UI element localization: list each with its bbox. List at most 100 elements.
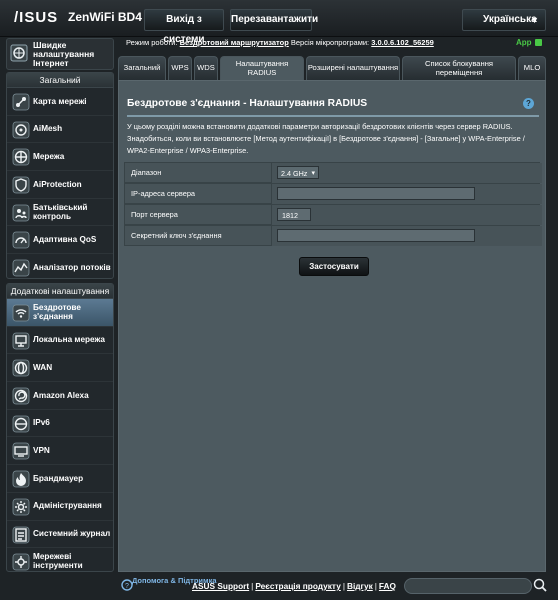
- sidebar-item-qos[interactable]: Адаптивна QoS: [7, 226, 113, 255]
- sidebar-item-aimesh[interactable]: AiMesh: [7, 116, 113, 144]
- network-map-icon: [12, 93, 30, 111]
- feedback-link[interactable]: Відгук: [347, 581, 373, 591]
- status-line: Режим роботи: Бездротовий маршрутизатор …: [126, 38, 434, 47]
- sidebar-item-label: Брандмауер: [33, 473, 84, 483]
- server-ip-label: IP-адреса сервера: [131, 189, 196, 198]
- sidebar-item-label: VPN: [33, 445, 50, 455]
- page-title: Бездротове з'єднання - Налаштування RADI…: [127, 98, 368, 109]
- traffic-analyzer-icon: [12, 259, 30, 277]
- firmware-label: Версія мікропрограми:: [290, 38, 370, 47]
- sidebar-item-label: IPv6: [33, 418, 50, 428]
- sidebar-item-wireless[interactable]: Бездротове з'єднання: [7, 299, 113, 327]
- sidebar-item-label: Amazon Alexa: [33, 390, 89, 400]
- network-icon: [12, 148, 30, 166]
- search-icon[interactable]: [532, 577, 548, 593]
- sidebar-item-label: AiProtection: [33, 179, 82, 189]
- sidebar-item-network-tools[interactable]: Мережеві інструменти: [7, 548, 113, 571]
- qos-icon: [12, 232, 30, 249]
- sidebar-item-firewall[interactable]: Брандмауер: [7, 465, 113, 493]
- secret-row: Секретний ключ з'єднання: [124, 225, 542, 246]
- language-value: Українська: [483, 14, 537, 25]
- sidebar-item-ipv6[interactable]: IPv6: [7, 410, 113, 438]
- sidebar-item-label: Батьківський контроль: [33, 202, 88, 221]
- aimesh-icon: [12, 121, 30, 139]
- mode-link[interactable]: Бездротовий маршрутизатор: [180, 38, 289, 47]
- sidebar-item-shield[interactable]: AiProtection: [7, 171, 113, 199]
- shield-icon: [12, 176, 30, 194]
- sidebar-item-label: Мережеві інструменти: [33, 552, 83, 571]
- quick-setup-icon: [10, 44, 28, 62]
- server-ip-input[interactable]: [277, 187, 475, 200]
- server-port-input[interactable]: 1812: [277, 208, 311, 221]
- band-row: Діапазон 2.4 GHz ▾: [124, 162, 542, 183]
- tab-wds[interactable]: WDS: [194, 56, 218, 80]
- tab-roaming-block[interactable]: Список блокування переміщення: [402, 56, 516, 80]
- sidebar-item-wan[interactable]: WAN: [7, 354, 113, 383]
- chevron-down-icon: ▾: [311, 170, 315, 177]
- sidebar-item-label: Бездротове з'єднання: [33, 303, 81, 321]
- app-link[interactable]: App: [516, 38, 543, 47]
- sidebar-item-label: Адаптивна QoS: [33, 234, 97, 244]
- wireless-icon: [12, 304, 30, 322]
- sidebar-item-label: Адміністрування: [33, 501, 102, 511]
- help-icon[interactable]: ?: [523, 98, 534, 109]
- tab-general[interactable]: Загальний: [118, 56, 166, 80]
- secret-label: Секретний ключ з'єднання: [131, 231, 222, 240]
- asus-support-link[interactable]: ASUS Support: [192, 581, 249, 591]
- sidebar-item-system-log[interactable]: Системний журнал: [7, 521, 113, 549]
- server-port-row: Порт сервера 1812: [124, 204, 542, 225]
- sidebar-item-administration[interactable]: Адміністрування: [7, 493, 113, 521]
- sidebar-item-alexa[interactable]: Amazon Alexa: [7, 382, 113, 410]
- lan-icon: [12, 332, 30, 350]
- general-menu: Загальний Карта мережі AiMesh Мережа AiProt…: [6, 72, 114, 279]
- sidebar-item-vpn[interactable]: VPN: [7, 437, 113, 466]
- server-ip-row: IP-адреса сервера: [124, 183, 542, 204]
- general-header: Загальний: [7, 73, 113, 88]
- secret-input[interactable]: [277, 229, 475, 242]
- content-panel: Бездротове з'єднання - Налаштування RADI…: [118, 80, 546, 572]
- wan-icon: [12, 359, 30, 377]
- sidebar-item-label: Мережа: [33, 151, 65, 161]
- advanced-menu: Додаткові налаштування Бездротове з'єдна…: [6, 283, 114, 572]
- footer-links: ASUS Support | Реєстрація продукту | Відгук |…: [192, 581, 396, 591]
- band-value: 2.4 GHz: [281, 169, 308, 178]
- firmware-link[interactable]: 3.0.0.6.102_56259: [371, 38, 434, 47]
- tab-wps[interactable]: WPS: [168, 56, 192, 80]
- logout-button[interactable]: Вихід з системи: [144, 9, 224, 45]
- administration-icon: [12, 498, 30, 516]
- sidebar-item-label: Локальна мережа: [33, 335, 105, 345]
- model-name: ZenWiFi BD4: [68, 10, 142, 24]
- top-bar: /ISUS ZenWiFi BD4 Вихід з системи Переза…: [0, 0, 558, 45]
- page-description: У цьому розділі можна встановити додатко…: [127, 122, 525, 156]
- ipv6-icon: [12, 415, 30, 433]
- tab-radius[interactable]: Налаштування RADIUS: [220, 56, 304, 80]
- sidebar-item-network-map[interactable]: Карта мережі: [7, 88, 113, 116]
- asus-logo[interactable]: /ISUS: [14, 9, 58, 26]
- firewall-icon: [12, 470, 30, 488]
- sidebar-item-network[interactable]: Мережа: [7, 143, 113, 172]
- product-registration-link[interactable]: Реєстрація продукту: [255, 581, 341, 591]
- apply-button[interactable]: Застосувати: [299, 257, 369, 276]
- search-input[interactable]: [404, 578, 532, 594]
- sidebar-item-label: Карта мережі: [33, 96, 87, 106]
- app-icon: [534, 39, 542, 47]
- server-port-label: Порт сервера: [131, 210, 178, 219]
- advanced-header: Додаткові налаштування: [7, 284, 113, 299]
- title-divider: [127, 115, 539, 117]
- sidebar-item-lan[interactable]: Локальна мережа: [7, 327, 113, 355]
- vpn-icon: [12, 443, 30, 460]
- reboot-button[interactable]: Перезавантажити: [230, 9, 318, 31]
- sidebar-item-traffic-analyzer[interactable]: Аналізатор потоків: [7, 254, 113, 278]
- quick-internet-setup[interactable]: Швидке налаштування Інтернет: [6, 38, 114, 70]
- language-select[interactable]: Українська ▼: [462, 9, 546, 31]
- sidebar-item-label: Аналізатор потоків: [33, 262, 111, 272]
- sidebar-item-parental-control[interactable]: Батьківський контроль: [7, 199, 113, 227]
- faq-link[interactable]: FAQ: [379, 581, 396, 591]
- alexa-icon: [12, 387, 30, 405]
- tab-mlo[interactable]: MLO: [518, 56, 546, 80]
- sidebar-item-label: AiMesh: [33, 124, 63, 134]
- band-select[interactable]: 2.4 GHz ▾: [277, 166, 319, 179]
- tab-advanced[interactable]: Розширені налаштування: [306, 56, 400, 80]
- band-label: Діапазон: [131, 168, 162, 177]
- app-label: App: [516, 38, 532, 47]
